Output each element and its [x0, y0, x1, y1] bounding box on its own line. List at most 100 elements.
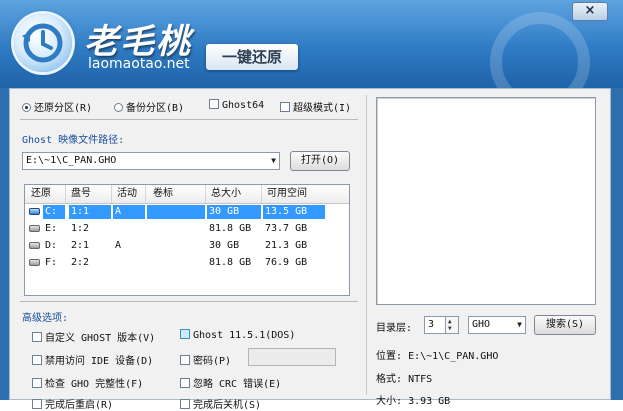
drive-icon [29, 208, 40, 215]
spin-down-icon[interactable]: ▼ [448, 325, 452, 332]
dir-level-input[interactable]: 3 [424, 316, 446, 334]
option-super-mode[interactable]: 超级模式(I) [280, 99, 351, 114]
checkbox-password[interactable] [180, 355, 190, 365]
dir-level-value: 3 [428, 319, 435, 330]
row-free-space: 76.9 GB [265, 257, 308, 268]
checkbox-shutdown-after[interactable] [180, 399, 190, 409]
drive-icon [29, 225, 40, 232]
mode-backup[interactable]: 备份分区(B) [114, 99, 184, 114]
app-window: 老毛桃 laomaotao.net 一键还原 × 还原分区(R) 备份分区(B)… [0, 0, 623, 411]
option-label: Ghost 11.5.1(DOS) [193, 330, 296, 341]
option-custom-ghost-version[interactable]: 自定义 GHOST 版本(V) [32, 329, 155, 344]
table-row[interactable]: C: 1:1 A 30 GB 13.5 GB [25, 204, 349, 221]
option-ghost-version[interactable]: Ghost 11.5.1(DOS) [180, 329, 295, 341]
location-value: E:\~1\C_PAN.GHO [408, 351, 499, 362]
partition-table: 还原 盘号 活动 卷标 总大小 可用空间 C: 1:1 A 30 GB 13.5… [24, 184, 350, 296]
mode-restore[interactable]: 还原分区(R) [22, 99, 92, 114]
watermark-clock-icon [490, 12, 590, 88]
size-value: 3.93 GB [408, 396, 451, 407]
row-volume-label [147, 239, 205, 253]
checkbox-ignore-crc[interactable] [180, 378, 190, 388]
main-panel: 还原分区(R) 备份分区(B) Ghost64 超级模式(I) Ghost 映像… [9, 88, 611, 411]
checkbox-check-gho[interactable] [32, 378, 42, 388]
option-check-gho[interactable]: 检查 GHO 完整性(F) [32, 375, 143, 390]
col-total-size[interactable]: 总大小 [211, 187, 241, 201]
row-total-size: 81.8 GB [209, 257, 252, 268]
option-disable-ide[interactable]: 禁用访问 IDE 设备(D) [32, 352, 153, 367]
title-bar: 老毛桃 laomaotao.net 一键还原 × [0, 0, 623, 88]
row-volume-label [147, 256, 205, 270]
divider [20, 119, 358, 120]
checkbox-reboot-after[interactable] [32, 399, 42, 409]
row-drive: D: [45, 240, 58, 251]
table-row[interactable]: F: 2:2 81.8 GB 76.9 GB [25, 255, 349, 272]
col-restore[interactable]: 还原 [31, 187, 51, 201]
mode-backup-label: 备份分区(B) [126, 103, 185, 114]
size-label: 大小: [376, 396, 403, 407]
row-active [113, 256, 145, 270]
option-label: 忽略 CRC 错误(E) [193, 379, 282, 390]
row-active: A [115, 240, 122, 251]
col-free-space[interactable]: 可用空间 [267, 187, 307, 201]
checkbox-ghost64[interactable] [209, 99, 219, 109]
spin-up-icon[interactable]: ▲ [448, 318, 452, 325]
divider [20, 301, 358, 302]
row-total-size: 81.8 GB [209, 223, 252, 234]
option-shutdown-after[interactable]: 完成后关机(S) [180, 396, 261, 411]
option-label: 禁用访问 IDE 设备(D) [45, 356, 154, 367]
option-label: 完成后关机(S) [193, 400, 262, 411]
option-ghost64[interactable]: Ghost64 [209, 99, 264, 111]
table-row[interactable]: D: 2:1 A 30 GB 21.3 GB [25, 238, 349, 255]
option-password[interactable]: 密码(P) [180, 352, 231, 367]
checkbox-disable-ide[interactable] [32, 355, 42, 365]
col-active[interactable]: 活动 [117, 187, 137, 201]
row-volume-label [147, 222, 205, 236]
format-label: 格式: [376, 374, 403, 385]
row-total-size: 30 GB [209, 240, 240, 251]
option-label: 密码(P) [193, 356, 232, 367]
ghost64-label: Ghost64 [222, 100, 265, 111]
row-active: A [113, 205, 145, 219]
chevron-down-icon[interactable]: ▼ [517, 317, 522, 333]
radio-backup[interactable] [114, 103, 123, 112]
image-path-label: Ghost 映像文件路径: [22, 135, 125, 146]
option-reboot-after[interactable]: 完成后重启(R) [32, 396, 113, 411]
row-disk-number: 2:1 [71, 240, 90, 251]
col-disk-number[interactable]: 盘号 [71, 187, 91, 201]
table-header: 还原 盘号 活动 卷标 总大小 可用空间 [25, 185, 349, 204]
advanced-options-title: 高级选项: [22, 313, 69, 324]
row-disk-number: 2:2 [71, 257, 90, 268]
row-disk-number: 1:1 [69, 205, 111, 219]
radio-restore[interactable] [22, 103, 31, 112]
checkbox-custom-ghost-version[interactable] [32, 332, 42, 342]
row-drive: C: [43, 205, 65, 219]
dir-level-spinner[interactable]: ▲ ▼ [445, 316, 459, 334]
password-input[interactable] [248, 348, 336, 366]
close-button[interactable]: × [572, 2, 608, 21]
restore-logo-icon [14, 14, 72, 72]
row-drive: F: [45, 257, 58, 268]
drive-icon [29, 259, 40, 266]
option-label: 自定义 GHOST 版本(V) [45, 333, 156, 344]
option-ignore-crc[interactable]: 忽略 CRC 错误(E) [180, 375, 281, 390]
search-button[interactable]: 搜索(S) [534, 315, 596, 335]
open-button[interactable]: 打开(O) [290, 151, 350, 171]
row-total-size: 30 GB [207, 205, 261, 219]
image-path-combobox[interactable]: E:\~1\C_PAN.GHO ▼ [22, 152, 280, 170]
option-label: 检查 GHO 完整性(F) [45, 379, 144, 390]
checkbox-super-mode[interactable] [280, 102, 290, 112]
row-free-space: 21.3 GB [265, 240, 308, 251]
dir-level-label: 目录层: [376, 323, 413, 334]
checkbox-ghost-version[interactable] [180, 329, 190, 339]
filter-combobox[interactable]: GHO ▼ [468, 316, 526, 334]
chevron-down-icon[interactable]: ▼ [271, 153, 276, 169]
super-mode-label: 超级模式(I) [293, 103, 352, 114]
col-volume-label[interactable]: 卷标 [153, 187, 173, 201]
table-row[interactable]: E: 1:2 81.8 GB 73.7 GB [25, 221, 349, 238]
vertical-divider [366, 95, 367, 395]
option-label: 完成后重启(R) [45, 400, 114, 411]
tagline-badge: 一键还原 [206, 44, 298, 70]
format-value: NTFS [408, 374, 433, 385]
brand-url: laomaotao.net [88, 56, 190, 72]
image-path-value: E:\~1\C_PAN.GHO [26, 155, 117, 166]
